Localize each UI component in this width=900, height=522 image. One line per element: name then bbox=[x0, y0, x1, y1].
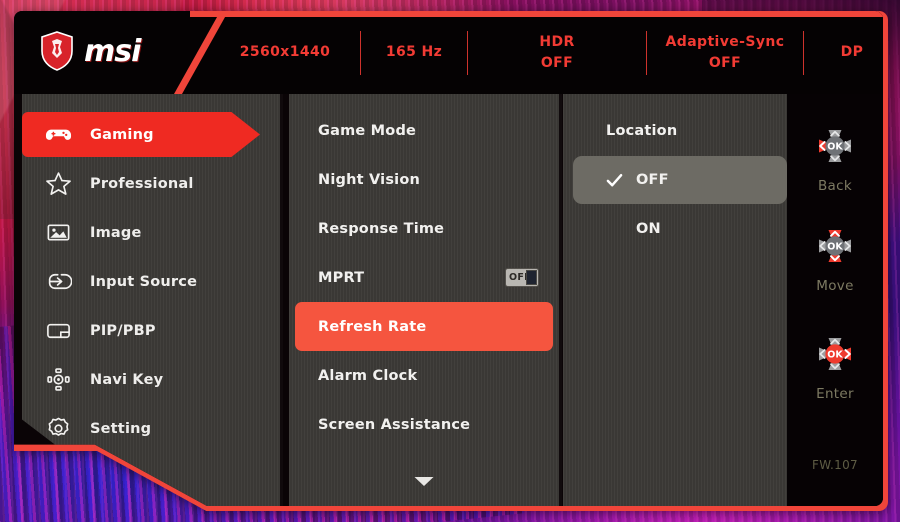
star-icon bbox=[44, 170, 72, 198]
option-on[interactable]: ON bbox=[573, 205, 787, 253]
submenu-scroll-down[interactable] bbox=[289, 475, 559, 488]
submenu-column: Game Mode Night Vision Response Time MPR… bbox=[289, 94, 559, 506]
option-label: OFF bbox=[636, 172, 669, 188]
sidebar-item-input-source[interactable]: Input Source bbox=[22, 257, 280, 306]
sidebar-item-label: Input Source bbox=[90, 273, 198, 290]
svg-text:OK: OK bbox=[827, 242, 843, 253]
submenu-item-label: Response Time bbox=[318, 220, 445, 237]
main-menu-sidebar: Gaming Professional Image Input Source P… bbox=[22, 94, 280, 506]
submenu-item-screen-assistance[interactable]: Screen Assistance bbox=[295, 400, 553, 449]
nav-hint-label: Back bbox=[818, 178, 852, 194]
osd-header: msi 2560x1440 165 Hz HDR OFF Adaptive-Sy… bbox=[14, 11, 883, 94]
sidebar-item-professional[interactable]: Professional bbox=[22, 159, 280, 208]
submenu-item-night-vision[interactable]: Night Vision bbox=[295, 155, 553, 204]
header-adaptive-sync: Adaptive-Sync OFF bbox=[665, 34, 785, 71]
submenu-item-game-mode[interactable]: Game Mode bbox=[295, 106, 553, 155]
toggle-knob bbox=[526, 270, 537, 285]
navi-key-icon bbox=[44, 366, 72, 394]
header-input-port: DP bbox=[840, 44, 864, 61]
submenu-item-label: Night Vision bbox=[318, 171, 421, 188]
nav-hint-move: OK Move bbox=[787, 218, 883, 294]
dpad-updown-icon: OK bbox=[819, 230, 851, 262]
submenu-item-refresh-rate[interactable]: Refresh Rate bbox=[295, 302, 553, 351]
sidebar-item-label: PIP/PBP bbox=[90, 322, 156, 339]
brand-logo: msi bbox=[40, 31, 141, 71]
sidebar-item-label: Image bbox=[90, 224, 142, 241]
mprt-toggle-switch[interactable]: OFF bbox=[505, 268, 539, 287]
column-divider bbox=[280, 94, 283, 506]
osd-overlay: msi 2560x1440 165 Hz HDR OFF Adaptive-Sy… bbox=[14, 11, 888, 511]
submenu-item-alarm-clock[interactable]: Alarm Clock bbox=[295, 351, 553, 400]
firmware-version: FW.107 bbox=[812, 458, 858, 472]
options-column: Location OFF ON bbox=[563, 94, 797, 506]
column-divider bbox=[559, 94, 562, 506]
svg-text:OK: OK bbox=[827, 350, 843, 361]
dpad-left-icon: OK bbox=[819, 130, 851, 162]
submenu-item-label: Screen Assistance bbox=[318, 416, 471, 433]
option-off[interactable]: OFF bbox=[573, 156, 787, 204]
sidebar-item-label: Gaming bbox=[90, 126, 154, 143]
msi-dragon-shield-icon bbox=[41, 31, 73, 71]
submenu-item-label: Alarm Clock bbox=[318, 367, 418, 384]
osd-inner-panel: msi 2560x1440 165 Hz HDR OFF Adaptive-Sy… bbox=[14, 11, 883, 506]
header-resolution: 2560x1440 bbox=[239, 44, 331, 61]
header-separator bbox=[646, 30, 647, 75]
sidebar-item-label: Setting bbox=[90, 420, 152, 437]
header-separator bbox=[467, 30, 468, 75]
msi-wordmark: msi bbox=[84, 33, 141, 69]
checkmark-icon bbox=[606, 173, 623, 186]
submenu-item-label: Game Mode bbox=[318, 122, 417, 139]
pip-window-icon bbox=[44, 317, 72, 345]
nav-hint-back: OK Back bbox=[787, 118, 883, 194]
header-refresh-rate: 165 Hz bbox=[385, 44, 443, 61]
submenu-item-mprt[interactable]: MPRT OFF bbox=[295, 253, 553, 302]
osd-body: Gaming Professional Image Input Source P… bbox=[14, 94, 883, 506]
chevron-down-icon bbox=[414, 477, 434, 486]
sidebar-item-gaming[interactable]: Gaming bbox=[22, 110, 280, 159]
sidebar-item-label: Navi Key bbox=[90, 371, 164, 388]
nav-hint-label: Enter bbox=[816, 386, 854, 402]
sidebar-item-label: Professional bbox=[90, 175, 194, 192]
header-separator bbox=[803, 30, 804, 75]
submenu-item-response-time[interactable]: Response Time bbox=[295, 204, 553, 253]
submenu-item-label: Refresh Rate bbox=[318, 318, 427, 335]
svg-text:OK: OK bbox=[827, 142, 843, 153]
submenu-item-label: MPRT bbox=[318, 269, 365, 286]
options-title: Location bbox=[606, 122, 678, 139]
sidebar-item-pip-pbp[interactable]: PIP/PBP bbox=[22, 306, 280, 355]
sidebar-item-image[interactable]: Image bbox=[22, 208, 280, 257]
header-status-items: 2560x1440 165 Hz HDR OFF Adaptive-Sync O… bbox=[210, 11, 883, 94]
header-hdr: HDR OFF bbox=[539, 34, 575, 71]
option-label: ON bbox=[636, 221, 661, 237]
picture-icon bbox=[44, 219, 72, 247]
header-separator bbox=[360, 30, 361, 75]
gamepad-icon bbox=[44, 121, 72, 149]
nav-hint-label: Move bbox=[816, 278, 854, 294]
gear-icon bbox=[44, 415, 72, 443]
sidebar-item-navi-key[interactable]: Navi Key bbox=[22, 355, 280, 404]
nav-hint-enter: OK Enter bbox=[787, 326, 883, 402]
navigation-hint-panel: OK Back OK Move OK Enter FW.107 bbox=[787, 94, 883, 506]
dpad-ok-right-icon: OK bbox=[819, 338, 851, 370]
input-arrow-icon bbox=[44, 268, 72, 296]
